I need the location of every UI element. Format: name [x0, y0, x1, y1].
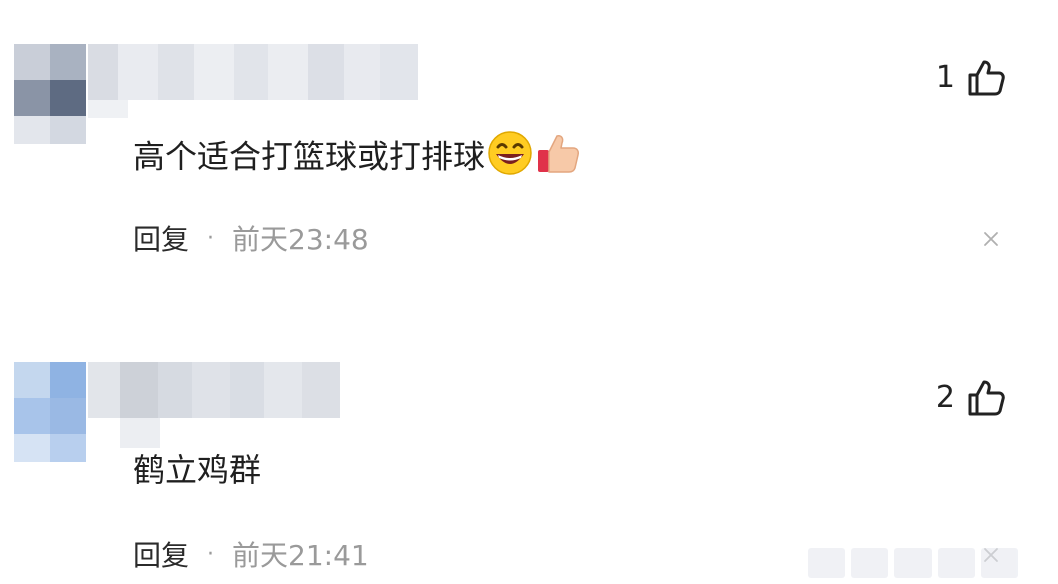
like-icon[interactable]: [966, 378, 1006, 418]
timestamp: 前天23:48: [232, 223, 369, 256]
thumbs-up-outline-icon: [968, 380, 1005, 416]
timestamp: 前天21:41: [232, 539, 369, 572]
watermark: [808, 548, 1019, 578]
comment-body: 鹤立鸡群: [133, 451, 262, 489]
username-blurred[interactable]: [88, 44, 418, 100]
comment-body: 高个适合打篮球或打排球: [133, 137, 486, 176]
comment-item: 2 鹤立鸡群 回复 · 前天21:41: [0, 318, 1058, 584]
like-count: 2: [935, 380, 955, 415]
username-blur-tail: [120, 418, 160, 448]
comment-meta: 回复 · 前天21:41: [133, 534, 369, 574]
like-icon[interactable]: [966, 58, 1006, 98]
reply-button[interactable]: 回复: [133, 534, 189, 574]
meta-separator: ·: [207, 225, 215, 251]
username-blurred[interactable]: [88, 362, 340, 418]
comment-item: 1 高个适合打篮球或打排球 回复 · 前天23:48: [0, 0, 1058, 300]
grinning-face-emoji: [487, 130, 533, 187]
reply-button[interactable]: 回复: [133, 218, 189, 258]
thumbs-up-emoji: [535, 130, 583, 187]
comment-list: 1 高个适合打篮球或打排球 回复 · 前天23:48 2 鹤立鸡群 回复 · 前…: [0, 0, 1058, 584]
comment-text: 鹤立鸡群: [133, 448, 261, 492]
comment-meta: 回复 · 前天23:48: [133, 218, 369, 258]
comment-text: 高个适合打篮球或打排球: [133, 130, 583, 187]
username-blur-tail: [88, 100, 128, 118]
avatar[interactable]: [14, 362, 86, 462]
avatar[interactable]: [14, 44, 86, 144]
meta-separator: ·: [207, 541, 215, 567]
thumbs-up-outline-icon: [968, 60, 1005, 96]
like-count: 1: [935, 60, 955, 95]
close-icon[interactable]: [982, 230, 1000, 248]
